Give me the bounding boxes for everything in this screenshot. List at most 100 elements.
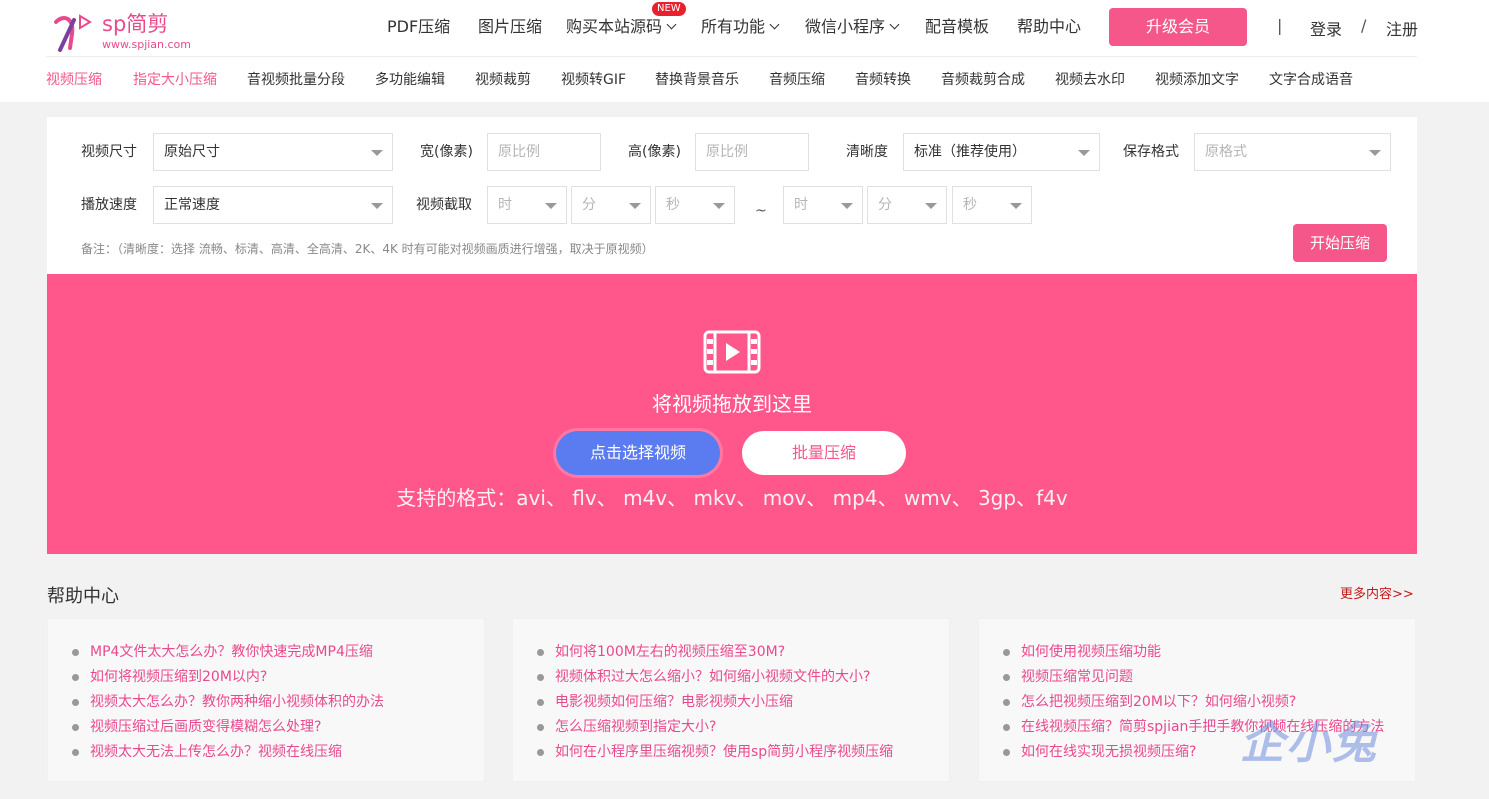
start-hour-select[interactable]: 时 — [487, 186, 567, 224]
subnav-text-to-speech[interactable]: 文字合成语音 — [1269, 70, 1353, 90]
subnav-audio-convert[interactable]: 音频转换 — [855, 70, 911, 90]
bullet-icon — [72, 674, 79, 681]
nav-buy-source[interactable]: 购买本站源码 — [566, 16, 677, 38]
bullet-icon — [72, 649, 79, 656]
logo-mark-icon — [54, 14, 92, 52]
end-minute-select[interactable]: 分 — [867, 186, 947, 224]
video-size-label: 视频尺寸 — [81, 144, 137, 160]
dropdown-arrow-icon — [545, 203, 557, 209]
save-format-label: 保存格式 — [1123, 144, 1179, 160]
bullet-icon — [1003, 649, 1010, 656]
subnav-add-text[interactable]: 视频添加文字 — [1155, 70, 1239, 90]
help-column-2: 如何将100M左右的视频压缩至30M? 视频体积过大怎么缩小？如何缩小视频文件的… — [512, 618, 950, 782]
subnav-video-to-gif[interactable]: 视频转GIF — [561, 70, 626, 90]
bullet-icon — [537, 749, 544, 756]
help-article-link[interactable]: 视频太大无法上传怎么办？视频在线压缩 — [72, 740, 384, 765]
nav-all-features-label: 所有功能 — [701, 17, 766, 36]
start-second-select[interactable]: 秒 — [655, 186, 735, 224]
video-film-icon — [703, 330, 761, 374]
save-format-select[interactable]: 原格式 — [1194, 133, 1391, 171]
dropdown-arrow-icon — [1369, 150, 1381, 156]
help-center-title: 帮助中心 — [47, 586, 119, 607]
bullet-icon — [1003, 749, 1010, 756]
end-hour-placeholder: 时 — [794, 197, 808, 213]
subnav-remove-watermark[interactable]: 视频去水印 — [1055, 70, 1125, 90]
subnav-multi-edit[interactable]: 多功能编辑 — [375, 70, 445, 90]
help-article-link[interactable]: 如何使用视频压缩功能 — [1003, 640, 1384, 665]
end-second-select[interactable]: 秒 — [952, 186, 1032, 224]
help-article-link[interactable]: 如何将视频压缩到20M以内? — [72, 665, 384, 690]
subnav-audio-cut[interactable]: 音频裁剪合成 — [941, 70, 1025, 90]
select-video-button[interactable]: 点击选择视频 — [556, 431, 720, 475]
subnav-size-compress[interactable]: 指定大小压缩 — [133, 70, 217, 90]
help-column-1: MP4文件太大怎么办？教你快速完成MP4压缩 如何将视频压缩到20M以内? 视频… — [47, 618, 485, 782]
more-content-link[interactable]: 更多内容>> — [1340, 586, 1414, 604]
drop-instruction: 将视频拖放到这里 — [652, 392, 812, 416]
subnav-audio-compress[interactable]: 音频压缩 — [769, 70, 825, 90]
logo[interactable]: sp简剪 www.spjian.com — [50, 8, 200, 56]
nav-mini-program-label: 微信小程序 — [805, 17, 886, 36]
nav-mini-program[interactable]: 微信小程序 — [805, 16, 900, 38]
header-divider — [46, 56, 1417, 57]
nav-image-compress[interactable]: 图片压缩 — [478, 16, 542, 38]
help-article-link[interactable]: 怎么把视频压缩到20M以下？如何缩小视频? — [1003, 690, 1384, 715]
chevron-down-icon — [666, 19, 677, 30]
start-compress-button[interactable]: 开始压缩 — [1293, 224, 1387, 262]
help-article-link[interactable]: 视频压缩过后画质变得模糊怎么处理? — [72, 715, 384, 740]
help-article-link[interactable]: 如何在小程序里压缩视频？使用sp简剪小程序视频压缩 — [537, 740, 893, 765]
bullet-icon — [72, 749, 79, 756]
start-minute-select[interactable]: 分 — [571, 186, 651, 224]
nav-pdf-compress[interactable]: PDF压缩 — [387, 16, 450, 38]
nav-dubbing-templates[interactable]: 配音模板 — [925, 16, 989, 38]
watermark: 企小兔 — [1240, 718, 1378, 769]
clarity-note: 备注：（清晰度：选择 流畅、标清、高清、全高清、2K、4K 时有可能对视频画质进… — [81, 242, 654, 256]
help-article-link[interactable]: 视频压缩常见问题 — [1003, 665, 1384, 690]
nav-help-center[interactable]: 帮助中心 — [1017, 16, 1081, 38]
bullet-icon — [1003, 724, 1010, 731]
login-link[interactable]: 登录 — [1310, 16, 1342, 40]
dropdown-arrow-icon — [1010, 203, 1022, 209]
new-badge: NEW — [652, 2, 686, 16]
logo-url: www.spjian.com — [102, 38, 192, 51]
bullet-icon — [537, 724, 544, 731]
speed-select[interactable]: 正常速度 — [153, 186, 393, 224]
help-article-title: 如何将视频压缩到20M以内? — [90, 669, 268, 685]
help-article-title: MP4文件太大怎么办？教你快速完成MP4压缩 — [90, 644, 373, 660]
range-tilde: ~ — [755, 203, 767, 219]
height-input[interactable] — [695, 133, 809, 171]
subnav-video-compress[interactable]: 视频压缩 — [46, 70, 102, 90]
nav-all-features[interactable]: 所有功能 — [701, 16, 780, 38]
dropdown-arrow-icon — [713, 203, 725, 209]
help-article-title: 如何在小程序里压缩视频？使用sp简剪小程序视频压缩 — [555, 744, 894, 760]
dropdown-arrow-icon — [629, 203, 641, 209]
header-separator: | — [1277, 16, 1283, 35]
save-format-placeholder: 原格式 — [1205, 144, 1247, 160]
batch-compress-button[interactable]: 批量压缩 — [742, 431, 906, 475]
help-article-link[interactable]: 视频太大怎么办？教你两种缩小视频体积的办法 — [72, 690, 384, 715]
subnav-batch-split[interactable]: 音视频批量分段 — [247, 70, 345, 90]
help-article-link[interactable]: 视频体积过大怎么缩小？如何缩小视频文件的大小? — [537, 665, 893, 690]
clarity-label: 清晰度 — [846, 144, 888, 160]
help-article-link[interactable]: 电影视频如何压缩？电影视频大小压缩 — [537, 690, 893, 715]
end-hour-select[interactable]: 时 — [783, 186, 863, 224]
subnav-video-crop[interactable]: 视频裁剪 — [475, 70, 531, 90]
upgrade-member-button[interactable]: 升级会员 — [1109, 8, 1247, 46]
clarity-select[interactable]: 标准（推荐使用） — [903, 133, 1100, 171]
width-label: 宽(像素) — [420, 144, 473, 160]
subnav-replace-music[interactable]: 替换背景音乐 — [655, 70, 739, 90]
help-article-link[interactable]: 怎么压缩视频到指定大小? — [537, 715, 893, 740]
register-link[interactable]: 注册 — [1386, 16, 1418, 40]
supported-formats: 支持的格式：avi、 flv、 m4v、 mkv、 mov、 mp4、 wmv、… — [396, 486, 1068, 510]
help-article-title: 视频太大无法上传怎么办？视频在线压缩 — [90, 744, 342, 760]
help-article-title: 视频太大怎么办？教你两种缩小视频体积的办法 — [90, 694, 384, 710]
width-input[interactable] — [487, 133, 601, 171]
video-drop-zone[interactable]: 将视频拖放到这里 点击选择视频 批量压缩 支持的格式：avi、 flv、 m4v… — [47, 274, 1417, 554]
options-panel: 视频尺寸 原始尺寸 宽(像素) 高(像素) 清晰度 标准（推荐使用） 保存格式 … — [47, 117, 1417, 274]
nav-buy-source-label: 购买本站源码 — [566, 17, 663, 36]
help-article-link[interactable]: MP4文件太大怎么办？教你快速完成MP4压缩 — [72, 640, 384, 665]
header-slash: / — [1361, 16, 1367, 35]
video-size-select[interactable]: 原始尺寸 — [153, 133, 393, 171]
help-article-title: 视频压缩过后画质变得模糊怎么处理? — [90, 719, 322, 735]
help-article-link[interactable]: 如何将100M左右的视频压缩至30M? — [537, 640, 893, 665]
chevron-down-icon — [889, 19, 900, 30]
